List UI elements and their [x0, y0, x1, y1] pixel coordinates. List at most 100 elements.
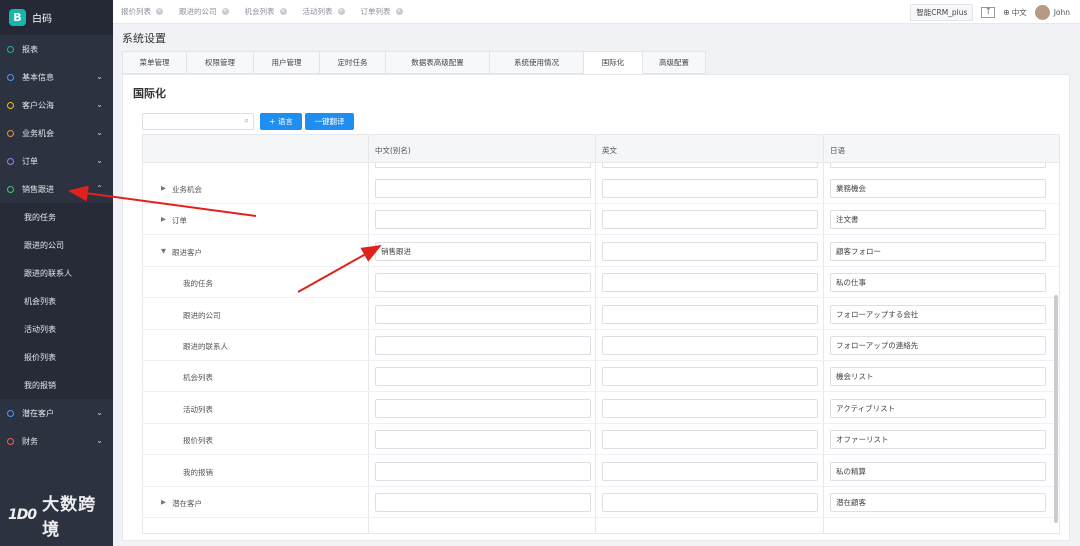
alias-input[interactable] [375, 367, 591, 387]
sidebar-item[interactable]: 客户公海 ⌄ [0, 91, 113, 119]
table-row: ▶ 订单 注文書 [143, 204, 1059, 236]
partial-input [602, 163, 818, 168]
english-input[interactable] [602, 179, 818, 198]
open-tab[interactable]: 跟进的公司 × [171, 6, 237, 17]
table-row: 我的报销 私の精算 [143, 456, 1059, 487]
open-tab[interactable]: 活动列表 × [295, 6, 353, 17]
alias-input[interactable] [375, 179, 591, 198]
open-tab[interactable]: 机会列表 × [237, 6, 295, 17]
table-row: ▶ 业务机会 業務機会 [143, 173, 1059, 204]
table-row: 跟进的公司 フォローアップする会社 [143, 299, 1059, 330]
english-input[interactable] [602, 210, 818, 230]
sidebar-subitem[interactable]: 我的报销 [0, 371, 113, 399]
alias-input[interactable]: 销售跟进 [375, 241, 591, 261]
globe-icon: ⊕ [1002, 8, 1010, 17]
english-input[interactable] [602, 336, 818, 355]
row-label: 跟进的联系人 [183, 342, 228, 351]
japanese-input[interactable]: 業務機会 [830, 179, 1046, 198]
sidebar-subitem[interactable]: 机会列表 [0, 287, 113, 315]
close-icon[interactable]: × [337, 8, 345, 15]
crm-plus-button[interactable]: 智能CRM_plus [910, 4, 974, 21]
settings-tab[interactable]: 菜单管理 [122, 51, 187, 74]
alias-input[interactable] [375, 304, 591, 324]
english-input[interactable] [602, 461, 818, 481]
language-switch[interactable]: ⊕ 中文 [1003, 7, 1027, 18]
alias-input[interactable] [375, 461, 591, 481]
japanese-input[interactable]: 注文書 [830, 210, 1046, 230]
english-input[interactable] [602, 430, 818, 450]
settings-tab[interactable]: 国际化 [584, 51, 643, 74]
table-row: ▼ 跟进客户 销售跟进 顧客フォロー [143, 236, 1059, 267]
caret-down-icon[interactable]: ▼ [161, 247, 166, 255]
open-tab[interactable]: 订单列表 × [353, 6, 411, 17]
upload-icon[interactable]: ↑ [981, 7, 995, 18]
add-language-button[interactable]: + 语言 [260, 113, 302, 130]
avatar [1034, 5, 1050, 20]
watermark: 1D0 大数跨境 [8, 490, 113, 540]
sidebar-item[interactable]: 订单 ⌄ [0, 147, 113, 175]
caret-right-icon[interactable]: ▶ [161, 215, 166, 223]
user-menu[interactable]: John [1034, 5, 1070, 20]
sidebar-item[interactable]: 业务机会 ⌄ [0, 119, 113, 147]
japanese-input[interactable]: フォローアップする会社 [830, 304, 1046, 324]
app-logo[interactable]: B 白码 [0, 0, 113, 35]
settings-tab[interactable]: 高级配置 [643, 51, 706, 74]
open-tab[interactable]: 报价列表 × [113, 6, 171, 17]
sidebar-item[interactable]: 财务 ⌄ [0, 427, 113, 455]
english-input[interactable] [602, 273, 818, 293]
vertical-scrollbar[interactable] [1054, 295, 1058, 523]
japanese-input[interactable]: 顧客フォロー [830, 241, 1046, 261]
close-icon[interactable]: × [279, 8, 287, 15]
alias-input[interactable] [375, 210, 591, 230]
english-input[interactable] [602, 241, 818, 261]
close-icon[interactable]: × [395, 8, 403, 15]
alias-input[interactable] [375, 430, 591, 450]
alias-input[interactable] [375, 493, 591, 512]
alias-input[interactable] [375, 273, 591, 293]
sidebar-subitem[interactable]: 跟进的公司 [0, 231, 113, 259]
table-row: 活动列表 アクティブリスト [143, 393, 1059, 424]
sidebar-subitem[interactable]: 我的任务 [0, 203, 113, 231]
english-input[interactable] [602, 367, 818, 387]
settings-tab[interactable]: 定时任务 [320, 51, 386, 74]
sidebar-item-label: 潜在客户 [22, 408, 54, 418]
sidebar-item-label: 客户公海 [22, 100, 54, 110]
english-input[interactable] [602, 493, 818, 512]
japanese-input[interactable]: オファーリスト [830, 430, 1046, 450]
row-label: 跟进的公司 [183, 310, 221, 320]
caret-right-icon[interactable]: ▶ [161, 184, 166, 192]
settings-tab[interactable]: 用户管理 [254, 51, 320, 74]
menu-dot-icon [7, 185, 14, 193]
english-input[interactable] [602, 398, 818, 418]
settings-tab[interactable]: 权限管理 [187, 51, 254, 74]
sidebar-subitem[interactable]: 跟进的联系人 [0, 259, 113, 287]
table-row: ▶ 潜在客户 潜在顧客 [143, 487, 1059, 518]
search-input[interactable]: ⌕ [142, 113, 254, 130]
sidebar-item[interactable]: 报表 [0, 35, 113, 63]
sidebar-item[interactable]: 基本信息 ⌄ [0, 63, 113, 91]
japanese-input[interactable]: 私の仕事 [830, 273, 1046, 293]
sidebar-subitem[interactable]: 活动列表 [0, 315, 113, 343]
chevron-down-icon: ⌄ [96, 100, 103, 109]
sidebar-item[interactable]: 潜在客户 ⌄ [0, 399, 113, 427]
one-click-translate-button[interactable]: 一键翻译 [305, 113, 354, 130]
japanese-input[interactable]: アクティブリスト [830, 398, 1046, 418]
table-row: 跟进的联系人 フォローアップの連絡先 [143, 330, 1059, 361]
sidebar-subitem[interactable]: 报价列表 [0, 343, 113, 371]
english-input[interactable] [602, 304, 818, 324]
row-label: 我的任务 [183, 279, 213, 289]
japanese-input[interactable]: 潜在顧客 [830, 493, 1046, 512]
japanese-input[interactable]: 機会リスト [830, 367, 1046, 387]
close-icon[interactable]: × [156, 8, 163, 15]
sidebar-item[interactable]: 销售跟进 ⌃ [0, 175, 113, 203]
chevron-down-icon: ⌄ [96, 436, 103, 445]
settings-tab[interactable]: 数据表高级配置 [386, 51, 490, 74]
row-label: 活动列表 [183, 404, 213, 414]
close-icon[interactable]: × [221, 8, 229, 15]
caret-right-icon[interactable]: ▶ [161, 498, 166, 506]
alias-input[interactable] [375, 336, 591, 355]
settings-tab[interactable]: 系统使用情况 [490, 51, 584, 74]
japanese-input[interactable]: フォローアップの連絡先 [830, 336, 1046, 355]
alias-input[interactable] [375, 398, 591, 418]
japanese-input[interactable]: 私の精算 [830, 461, 1046, 481]
